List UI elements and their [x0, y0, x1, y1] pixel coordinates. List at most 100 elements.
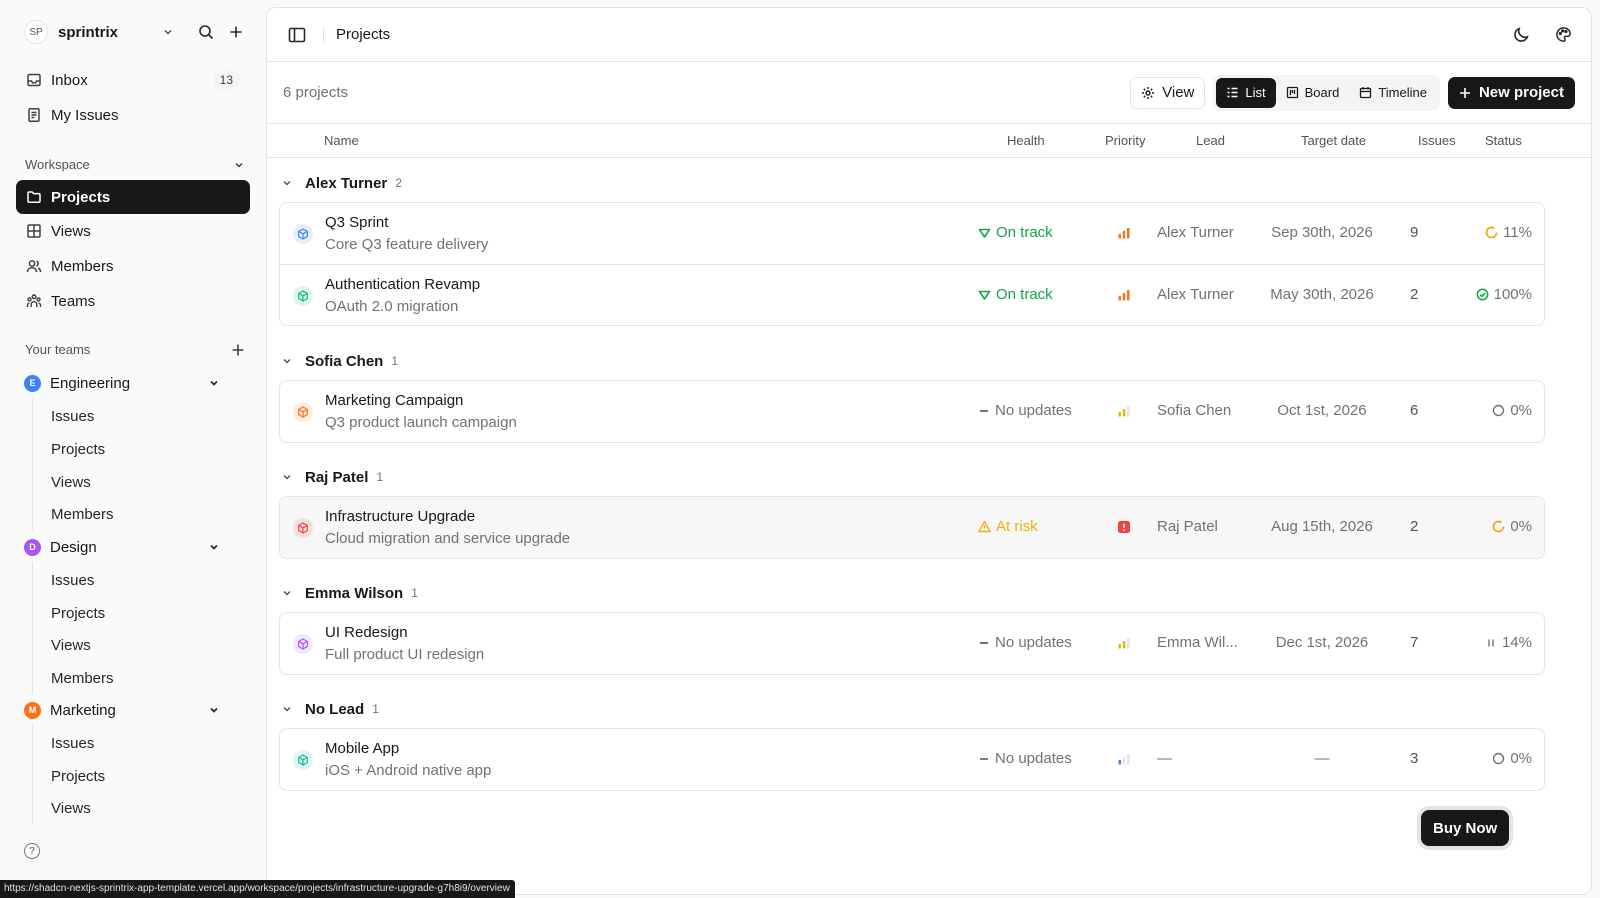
- project-health[interactable]: No updates: [978, 634, 1072, 651]
- team-design[interactable]: D Design: [24, 533, 220, 561]
- project-target-date[interactable]: Aug 15th, 2026: [1240, 518, 1404, 535]
- project-name[interactable]: Authentication Revamp: [325, 276, 480, 293]
- project-row[interactable]: Infrastructure Upgrade Cloud migration an…: [280, 497, 1544, 558]
- search-icon[interactable]: [196, 22, 216, 42]
- project-status[interactable]: 100%: [1476, 286, 1532, 303]
- column-health[interactable]: Health: [1007, 133, 1045, 148]
- marketing-projects[interactable]: Projects: [51, 768, 105, 785]
- project-lead[interactable]: Emma Wil...: [1157, 634, 1247, 651]
- project-row[interactable]: Authentication Revamp OAuth 2.0 migration…: [280, 264, 1544, 325]
- board-view-button[interactable]: Board: [1276, 78, 1350, 108]
- help-icon[interactable]: ?: [24, 843, 40, 859]
- marketing-issues[interactable]: Issues: [51, 735, 94, 752]
- design-views[interactable]: Views: [51, 637, 91, 654]
- project-status[interactable]: 14%: [1485, 634, 1532, 651]
- workspace-switcher[interactable]: SP sprintrix: [24, 20, 246, 44]
- project-status[interactable]: 11%: [1485, 224, 1532, 241]
- group-header[interactable]: Raj Patel 1: [281, 466, 383, 488]
- project-status[interactable]: 0%: [1492, 518, 1532, 535]
- chevron-down-icon[interactable]: [162, 26, 174, 38]
- project-row[interactable]: Marketing Campaign Q3 product launch camp…: [280, 381, 1544, 442]
- project-priority[interactable]: [1117, 288, 1131, 302]
- plus-icon[interactable]: [226, 22, 246, 42]
- project-priority[interactable]: [1117, 404, 1131, 418]
- buy-now-button[interactable]: Buy Now: [1421, 810, 1510, 846]
- view-button[interactable]: View: [1130, 76, 1206, 109]
- engineering-views[interactable]: Views: [51, 474, 91, 491]
- project-target-date[interactable]: Sep 30th, 2026: [1240, 224, 1404, 241]
- plus-icon[interactable]: [231, 343, 245, 357]
- project-priority[interactable]: [1117, 752, 1131, 766]
- list-view-button[interactable]: List: [1216, 77, 1276, 108]
- chevron-down-icon[interactable]: [281, 703, 293, 715]
- design-projects[interactable]: Projects: [51, 605, 105, 622]
- group-header[interactable]: Alex Turner 2: [281, 172, 402, 194]
- project-priority[interactable]: [1117, 636, 1131, 650]
- workspace-section-header[interactable]: Workspace: [25, 157, 245, 172]
- project-lead[interactable]: Sofia Chen: [1157, 402, 1247, 419]
- project-lead[interactable]: Alex Turner: [1157, 224, 1247, 241]
- project-health[interactable]: On track: [978, 286, 1053, 303]
- chevron-down-icon[interactable]: [208, 541, 220, 553]
- column-issues[interactable]: Issues: [1418, 133, 1456, 148]
- project-row[interactable]: Q3 Sprint Core Q3 feature delivery On trac…: [280, 203, 1544, 264]
- column-status[interactable]: Status: [1485, 133, 1522, 148]
- nav-members[interactable]: Members: [16, 249, 250, 283]
- chevron-down-icon[interactable]: [281, 471, 293, 483]
- project-status[interactable]: 0%: [1492, 750, 1532, 767]
- project-priority[interactable]: [1117, 226, 1131, 240]
- nav-inbox[interactable]: Inbox 13: [16, 63, 250, 97]
- group-header[interactable]: No Lead 1: [281, 698, 379, 720]
- project-name[interactable]: Infrastructure Upgrade: [325, 508, 475, 525]
- palette-icon[interactable]: [1553, 25, 1573, 45]
- project-lead[interactable]: —: [1157, 750, 1247, 767]
- project-row[interactable]: Mobile App iOS + Android native app No upd…: [280, 729, 1544, 790]
- sidebar-toggle-icon[interactable]: [287, 25, 307, 45]
- timeline-view-button[interactable]: Timeline: [1349, 78, 1437, 108]
- new-project-button[interactable]: New project: [1447, 76, 1575, 109]
- inbox-icon: [25, 71, 43, 89]
- team-engineering[interactable]: E Engineering: [24, 369, 220, 397]
- project-health[interactable]: No updates: [978, 402, 1072, 419]
- chevron-down-icon[interactable]: [281, 177, 293, 189]
- moon-icon[interactable]: [1511, 25, 1531, 45]
- project-target-date[interactable]: May 30th, 2026: [1240, 286, 1404, 303]
- nav-my-issues[interactable]: My Issues: [16, 98, 250, 132]
- engineering-members[interactable]: Members: [51, 506, 114, 523]
- nav-teams[interactable]: Teams: [16, 284, 250, 318]
- chevron-down-icon[interactable]: [208, 704, 220, 716]
- chevron-down-icon[interactable]: [208, 377, 220, 389]
- project-target-date[interactable]: —: [1240, 750, 1404, 767]
- design-members[interactable]: Members: [51, 670, 114, 687]
- project-priority[interactable]: [1117, 520, 1131, 534]
- chevron-down-icon[interactable]: [233, 159, 245, 171]
- column-lead[interactable]: Lead: [1196, 133, 1225, 148]
- column-priority[interactable]: Priority: [1105, 133, 1145, 148]
- design-issues[interactable]: Issues: [51, 572, 94, 589]
- project-lead[interactable]: Alex Turner: [1157, 286, 1247, 303]
- project-name[interactable]: Marketing Campaign: [325, 392, 463, 409]
- project-name[interactable]: UI Redesign: [325, 624, 408, 641]
- project-target-date[interactable]: Oct 1st, 2026: [1240, 402, 1404, 419]
- group-header[interactable]: Emma Wilson 1: [281, 582, 418, 604]
- column-name[interactable]: Name: [324, 133, 359, 148]
- project-health[interactable]: At risk: [978, 518, 1038, 535]
- project-target-date[interactable]: Dec 1st, 2026: [1240, 634, 1404, 651]
- team-marketing[interactable]: M Marketing: [24, 696, 220, 724]
- nav-projects[interactable]: Projects: [16, 180, 250, 214]
- nav-views[interactable]: Views: [16, 214, 250, 248]
- project-health[interactable]: No updates: [978, 750, 1072, 767]
- project-row[interactable]: UI Redesign Full product UI redesign No up…: [280, 613, 1544, 674]
- group-header[interactable]: Sofia Chen 1: [281, 350, 398, 372]
- project-name[interactable]: Q3 Sprint: [325, 214, 388, 231]
- engineering-projects[interactable]: Projects: [51, 441, 105, 458]
- column-target-date[interactable]: Target date: [1301, 133, 1366, 148]
- chevron-down-icon[interactable]: [281, 587, 293, 599]
- project-status[interactable]: 0%: [1492, 402, 1532, 419]
- marketing-views[interactable]: Views: [51, 800, 91, 817]
- chevron-down-icon[interactable]: [281, 355, 293, 367]
- project-lead[interactable]: Raj Patel: [1157, 518, 1247, 535]
- project-name[interactable]: Mobile App: [325, 740, 399, 757]
- project-health[interactable]: On track: [978, 224, 1053, 241]
- engineering-issues[interactable]: Issues: [51, 408, 94, 425]
